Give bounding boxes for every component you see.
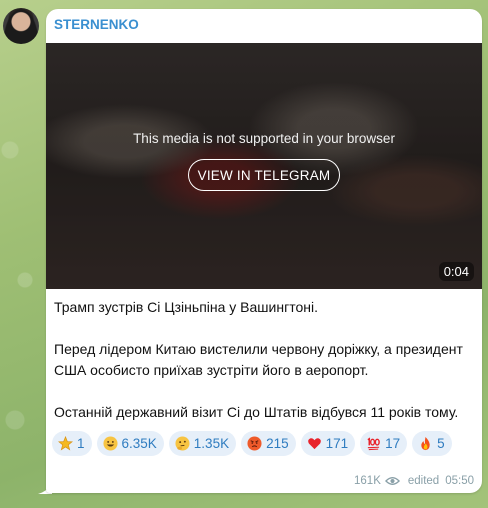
reaction-count: 215 [266, 436, 289, 451]
view-in-telegram-button[interactable]: VIEW IN TELEGRAM [188, 159, 340, 191]
channel-avatar[interactable] [3, 8, 39, 44]
reaction-count: 5 [437, 436, 445, 451]
reaction-star[interactable]: 1 [52, 431, 92, 456]
channel-name[interactable]: STERNENKO [54, 17, 139, 32]
reaction-fire[interactable]: 5 [412, 431, 452, 456]
post-paragraph: Перед лідером Китаю вистелили червону до… [54, 341, 463, 378]
star-icon [58, 436, 73, 451]
reaction-thinking[interactable]: 1.35K [168, 431, 237, 456]
heart-icon [307, 438, 321, 450]
edited-label: edited [407, 475, 440, 487]
reaction-heart[interactable]: 171 [300, 431, 356, 456]
message-time: 05:50 [445, 475, 474, 487]
message-meta: 161K edited 05:50 [354, 475, 474, 487]
reaction-count: 171 [325, 436, 349, 451]
fire-icon [421, 436, 430, 451]
grinning-face-icon [102, 436, 118, 451]
angry-face-icon [247, 436, 262, 451]
eye-icon [384, 477, 400, 485]
post-paragraph: Останній державний візит Сі до Штатів ві… [54, 404, 459, 420]
post-paragraph: Трамп зустрів Сі Цзіньпіна у Вашингтоні. [54, 299, 318, 315]
reaction-count: 6.35K [121, 436, 157, 451]
reaction-hundred[interactable]: 17 [360, 431, 408, 456]
message-bubble: STERNENKO This media is not supported in… [46, 9, 482, 493]
thinking-face-icon [175, 436, 190, 451]
video-preview[interactable]: This media is not supported in your brow… [46, 43, 482, 289]
reaction-angry[interactable]: 215 [241, 431, 296, 456]
post-text: Трамп зустрів Сі Цзіньпіна у Вашингтоні.… [54, 297, 476, 423]
reaction-count: 17 [385, 436, 401, 451]
reaction-count: 1.35K [193, 436, 230, 451]
video-duration: 0:04 [438, 262, 474, 281]
reactions-bar: 1 6.35K 1.35K 215 171 17 5 [52, 431, 476, 456]
unsupported-media-message: This media is not supported in your brow… [133, 131, 395, 146]
reaction-count: 1 [77, 436, 85, 451]
hundred-points-icon [367, 437, 380, 451]
view-count: 161K [354, 475, 381, 487]
reaction-grinning[interactable]: 6.35K [96, 431, 164, 456]
